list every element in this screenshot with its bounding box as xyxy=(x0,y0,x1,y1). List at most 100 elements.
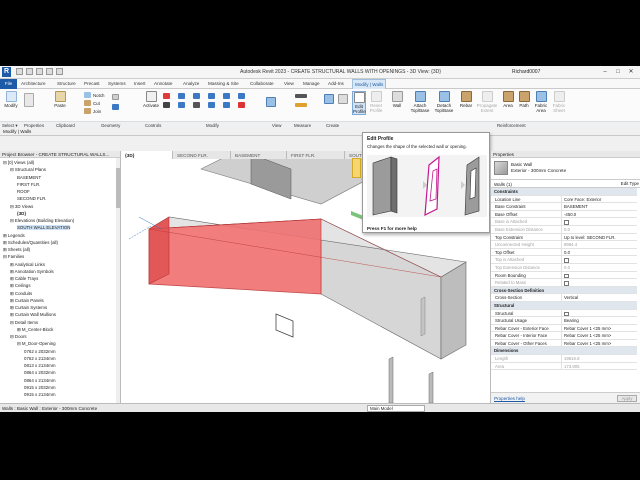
browser-item[interactable]: ⊟ M_Door-Opening xyxy=(17,341,56,347)
notch-icon[interactable] xyxy=(84,92,91,98)
paste-button[interactable]: Paste xyxy=(52,91,68,108)
tab-file[interactable]: File xyxy=(0,79,17,89)
browser-item[interactable]: ⊞ Curtain Panels xyxy=(10,298,44,304)
browser-item[interactable]: ⊟ Doors xyxy=(10,334,27,340)
browser-item[interactable]: ⊞ Cable Trays xyxy=(10,276,38,282)
mirror-icon[interactable] xyxy=(193,93,200,99)
browser-item[interactable]: ⊞ Analytical Links xyxy=(10,262,45,268)
edit-type-button[interactable]: Edit Type xyxy=(621,181,639,186)
browser-item[interactable]: ⊟ [0] Views (all) xyxy=(3,160,34,166)
browser-item[interactable]: ⊟ 3D Views xyxy=(10,204,33,210)
pin-icon[interactable] xyxy=(238,93,245,99)
delete-icon[interactable] xyxy=(238,102,245,108)
undo-icon[interactable] xyxy=(36,68,43,75)
browser-item[interactable]: 0762 x 2032mm xyxy=(24,349,56,354)
edit-profile-button[interactable]: Edit Profile xyxy=(352,91,366,115)
revit-logo-icon[interactable]: R xyxy=(2,67,11,77)
instance-filter[interactable]: Walls (1) Edit Type xyxy=(491,180,640,188)
checkbox-icon[interactable] xyxy=(564,311,569,317)
model-selector[interactable]: Main Model xyxy=(367,405,425,412)
create-assembly-icon[interactable] xyxy=(324,94,334,104)
property-value[interactable]: Rebar Cover 1 <25 mm> xyxy=(561,332,637,339)
browser-item[interactable]: SOUTH WALL ELEVATION xyxy=(17,225,71,231)
tab-manage[interactable]: Manage xyxy=(303,81,320,86)
properties-help-link[interactable]: Properties help xyxy=(494,396,525,401)
tab-systems[interactable]: Systems xyxy=(108,81,126,86)
tab-view-first-flr[interactable]: FIRST FLR. xyxy=(287,151,345,159)
property-value[interactable] xyxy=(561,309,637,317)
align-icon[interactable] xyxy=(163,93,170,99)
restore-button[interactable]: □ xyxy=(613,68,623,76)
browser-item[interactable]: ⊞ M_Center-Block xyxy=(17,327,53,333)
offset-icon[interactable] xyxy=(178,93,185,99)
open-icon[interactable] xyxy=(16,68,23,75)
join-icon[interactable] xyxy=(84,108,91,114)
column[interactable] xyxy=(420,296,426,337)
path-button[interactable]: Path xyxy=(517,91,531,108)
tab-view-3d[interactable]: {3D} xyxy=(121,151,173,159)
tab-annotate[interactable]: Annotate xyxy=(154,81,172,86)
tab-collaborate[interactable]: Collaborate xyxy=(250,81,274,86)
property-value[interactable]: -450.0 xyxy=(561,210,637,218)
browser-item[interactable]: SECOND FLR. xyxy=(17,196,47,201)
browser-item[interactable]: ⊟ Elevations (Building Elevation) xyxy=(10,218,74,224)
browser-item[interactable]: ROOF xyxy=(17,189,30,194)
scroll-thumb[interactable] xyxy=(116,168,120,208)
browser-item[interactable]: 0864 x 2032mm xyxy=(24,370,56,375)
browser-item[interactable]: FIRST FLR. xyxy=(17,182,40,187)
tab-analyze[interactable]: Analyze xyxy=(183,81,199,86)
trim-icon[interactable] xyxy=(208,93,215,99)
property-category[interactable]: Constraints xyxy=(491,188,637,196)
property-category[interactable]: Cross-Section Definition xyxy=(491,286,637,295)
activate-button[interactable]: Activate xyxy=(142,91,160,108)
user-account[interactable]: Richard0007 xyxy=(512,69,540,75)
wall-opening[interactable] xyxy=(275,313,294,338)
properties-icon[interactable] xyxy=(24,93,34,107)
save-icon[interactable] xyxy=(26,68,33,75)
column[interactable] xyxy=(388,356,394,403)
wall-opening-button[interactable]: Wall xyxy=(388,91,406,108)
browser-item[interactable]: 0915 x 2134mm xyxy=(24,392,56,397)
browser-item[interactable]: ⊟ Detail Items xyxy=(10,320,38,326)
property-value[interactable]: 0.0 xyxy=(561,248,637,256)
property-value[interactable]: BASEMENT xyxy=(561,203,637,210)
geometry-icon[interactable] xyxy=(112,94,119,100)
browser-item[interactable]: ⊞ Schedules/Quantities (all) xyxy=(3,240,58,246)
area-button[interactable]: Area xyxy=(501,91,515,108)
column[interactable] xyxy=(428,371,434,403)
type-selector[interactable]: Basic Wall Exterior - 300mm Concrete xyxy=(491,158,640,180)
browser-item[interactable]: ⊞ Curtain Systems xyxy=(10,305,47,311)
selected-wall[interactable] xyxy=(148,218,322,295)
array-icon[interactable] xyxy=(223,93,230,99)
scale-icon[interactable] xyxy=(223,102,230,108)
browser-scrollbar[interactable] xyxy=(116,158,120,403)
fabric-area-button[interactable]: Fabric Area xyxy=(533,91,549,113)
attach-button[interactable]: Attach Top/Base xyxy=(410,91,430,113)
browser-item[interactable]: ⊞ Curtain Wall Mullions xyxy=(10,312,56,318)
view-icon[interactable] xyxy=(266,97,276,107)
move-icon[interactable] xyxy=(163,102,170,108)
browser-item[interactable]: ⊟ Families xyxy=(3,254,24,260)
close-button[interactable]: ✕ xyxy=(626,68,636,76)
copy-icon[interactable] xyxy=(178,102,185,108)
tab-insert[interactable]: Insert xyxy=(134,81,146,86)
tab-massing-site[interactable]: Massing & Site xyxy=(208,81,239,86)
tab-modify-walls[interactable]: Modify | Walls xyxy=(352,79,387,89)
property-value[interactable]: Rebar Cover 1 <25 mm> xyxy=(561,324,637,332)
tab-precast[interactable]: Precast xyxy=(84,81,100,86)
flip-icon[interactable] xyxy=(112,104,119,110)
cut-icon[interactable] xyxy=(84,100,91,106)
tab-view[interactable]: View xyxy=(284,81,294,86)
property-value[interactable]: Up to level: SECOND FLR. xyxy=(561,233,637,241)
browser-item[interactable]: 0762 x 2134mm xyxy=(24,356,56,361)
measure-icon[interactable] xyxy=(295,94,307,98)
detach-button[interactable]: Detach Top/Base xyxy=(434,91,454,113)
apply-button[interactable]: Apply xyxy=(617,395,637,402)
property-value[interactable]: Vertical xyxy=(561,294,637,301)
property-category[interactable]: Dimensions xyxy=(491,347,637,356)
property-value[interactable]: Rebar Cover 1 <25 mm> xyxy=(561,339,637,347)
dimension-icon[interactable] xyxy=(295,103,307,107)
browser-item[interactable]: ⊞ Legends xyxy=(3,233,25,239)
modify-button[interactable]: Modify xyxy=(2,91,20,108)
tab-add-ins[interactable]: Add-Ins xyxy=(328,81,344,86)
